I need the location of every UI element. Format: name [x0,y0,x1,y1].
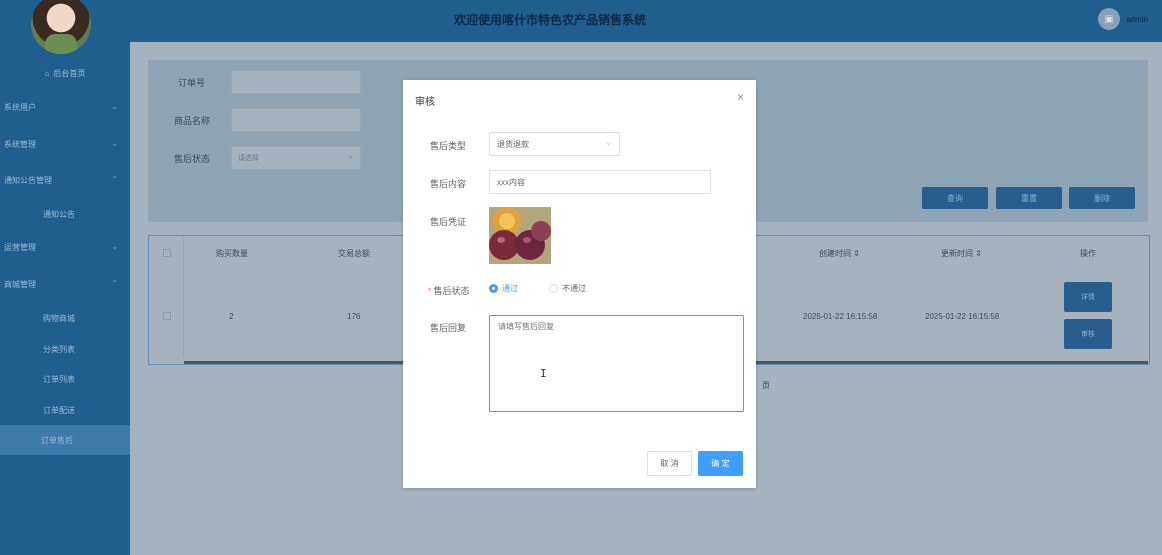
status-radio-reject[interactable]: 不通过 [549,283,586,294]
cell-total: 176 [347,312,361,321]
sidebar-item-label: 购物商城 [43,313,75,323]
after-sales-proof-image[interactable] [489,207,551,264]
col-header-created[interactable]: 创建时间 ⇕ [819,248,860,259]
sidebar-home-label: 后台首页 [53,68,86,78]
sidebar-item-label: 分类列表 [43,344,75,354]
sidebar-item-label: 运营管理 [4,242,36,252]
after-sales-reply-label: 售后回复 [430,323,467,333]
sidebar-item-system-users[interactable]: 系统用户 ⌄ [0,98,130,116]
row-checkbox[interactable] [163,312,171,320]
sidebar-item-label: 系统管理 [4,139,36,149]
top-header: 欢迎使用喀什市特色农产品销售系统 ▣ admin [130,0,1162,42]
chevron-down-icon: ⌄ [111,242,118,251]
select-all-checkbox[interactable] [163,249,171,257]
status-radio-approve[interactable]: 通过 [489,283,518,294]
chevron-down-icon: ⌄ [348,153,354,160]
after-sales-type-select[interactable]: 退货退款 ⌄ [489,132,620,156]
sidebar-item-label: 订单列表 [43,374,75,384]
avatar-body [45,34,77,54]
sidebar-item-label: 商城管理 [4,279,36,289]
reset-button[interactable]: 重置 [996,187,1062,209]
query-button[interactable]: 查询 [922,187,988,209]
after-sales-content-label: 售后内容 [430,179,467,189]
cell-qty: 2 [229,312,234,321]
sidebar-item-label: 通知公告 [43,209,75,219]
cell-updated: 2025-01-22 16:15:58 [925,312,1000,321]
image-icon: ▣ [1098,8,1121,30]
after-sales-status-label: * 售后状态 [428,284,470,297]
sidebar-item-order-after-sales[interactable]: 订单售后 [0,425,130,455]
order-no-input[interactable] [231,70,361,94]
sidebar-item-notice[interactable]: 通知公告 [0,205,130,223]
required-mark: * [428,286,432,296]
sidebar-item-order-list[interactable]: 订单列表 [0,370,130,388]
review-button[interactable]: 审核 [1064,319,1112,349]
order-no-label: 订单号 [178,78,206,88]
col-header-updated[interactable]: 更新时间 ⇕ [941,248,982,259]
column-divider [183,236,184,358]
product-name-label: 商品名称 [174,116,211,126]
text-cursor-icon: I [540,367,547,380]
col-header-total: 交易总额 [338,249,370,258]
user-avatar [31,0,91,54]
pagination-suffix: 页 [762,381,770,390]
close-icon[interactable]: × [737,90,744,104]
chevron-up-icon: ⌃ [111,175,118,184]
status-filter-placeholder: 请选择 [238,155,259,162]
status-filter-select[interactable]: 请选择 ⌄ [231,146,361,170]
page-title: 欢迎使用喀什市特色农产品销售系统 [453,13,646,27]
cell-created: 2025-01-22 16:15:58 [803,312,878,321]
after-sales-type-value: 退货退款 [497,139,529,149]
sidebar-item-shopping-mall[interactable]: 购物商城 [0,309,130,327]
sidebar-item-category-list[interactable]: 分类列表 [0,340,130,358]
username: admin [1126,14,1148,24]
col-header-qty: 购买数量 [216,249,248,258]
home-icon: ⌂ [44,68,50,78]
user-menu[interactable]: ▣ admin [1098,8,1148,30]
plums-image [489,207,551,264]
confirm-button[interactable]: 确 定 [698,451,743,476]
after-sales-type-label: 售后类型 [430,141,467,151]
status-filter-label: 售后状态 [174,154,211,164]
sidebar-item-operations[interactable]: 运营管理 ⌄ [0,238,130,256]
sidebar-item-label: 订单配送 [43,405,75,415]
after-sales-proof-label: 售后凭证 [430,217,467,227]
sidebar-item-label: 系统用户 [4,102,36,112]
detail-button[interactable]: 详情 [1064,282,1112,312]
chevron-down-icon: ⌄ [111,139,118,148]
sidebar-item-system-management[interactable]: 系统管理 ⌄ [0,135,130,153]
sidebar-item-order-delivery[interactable]: 订单配送 [0,401,130,419]
after-sales-content-value: xxx内容 [497,177,525,187]
radio-dot [549,284,558,293]
product-name-input[interactable] [231,108,361,132]
after-sales-reply-textarea[interactable] [489,315,744,412]
cancel-button[interactable]: 取 消 [647,451,692,476]
chevron-up-icon: ⌃ [111,279,118,288]
radio-label: 通过 [502,284,518,293]
avatar-face [51,4,71,28]
radio-label: 不通过 [562,284,586,293]
chevron-down-icon: ⌄ [111,102,118,111]
review-dialog: 审核 × 售后类型 退货退款 ⌄ 售后内容 xxx内容 售后凭证 * 售后状态 通… [403,80,756,488]
sidebar-home[interactable]: ⌂ 后台首页 [0,64,130,82]
col-header-actions: 操作 [1080,249,1096,258]
sidebar-item-label: 订单售后 [41,435,73,445]
sidebar-item-notice-management[interactable]: 通知公告管理 ⌃ [0,171,130,189]
sidebar-item-mall-management[interactable]: 商城管理 ⌃ [0,275,130,293]
chevron-down-icon: ⌄ [605,138,612,147]
sidebar: ⌂ 后台首页 系统用户 ⌄ 系统管理 ⌄ 通知公告管理 ⌃ 通知公告 运营管理 ⌄ 商城… [0,0,130,555]
radio-dot [489,284,498,293]
status-label-text: 售后状态 [433,286,470,296]
after-sales-content-field[interactable]: xxx内容 [489,170,711,194]
sidebar-item-label: 通知公告管理 [4,175,52,185]
dialog-title: 审核 [415,97,435,108]
delete-button[interactable]: 删除 [1069,187,1135,209]
